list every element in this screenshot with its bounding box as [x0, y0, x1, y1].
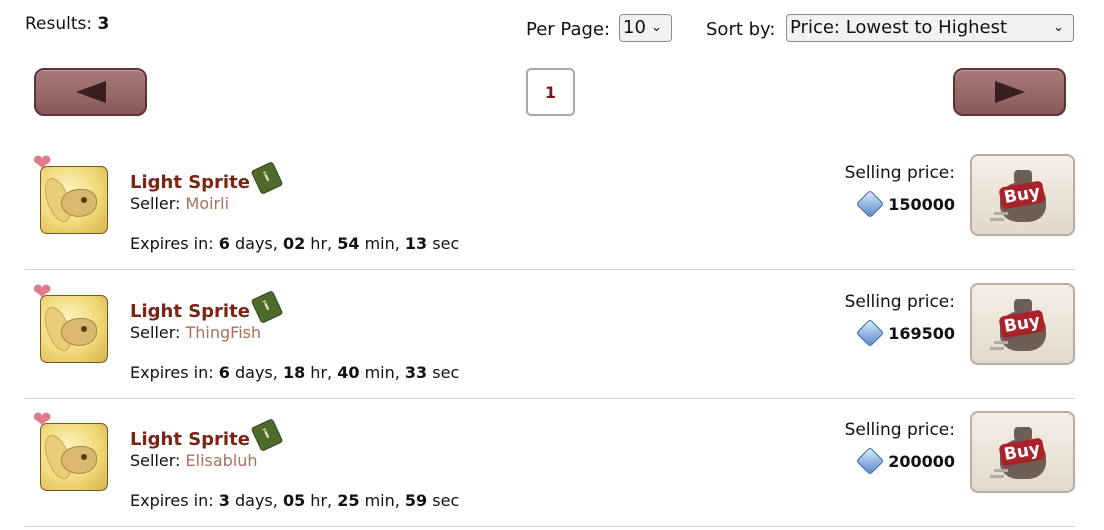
item-thumbnail[interactable]	[40, 295, 108, 363]
buy-button[interactable]: Buy	[970, 283, 1075, 365]
seller-name[interactable]: ThingFish	[186, 323, 262, 342]
seller-name[interactable]: Moirli	[186, 194, 230, 213]
buy-button[interactable]: Buy	[970, 411, 1075, 493]
page-number-button[interactable]: 1	[526, 68, 575, 116]
results-number: 3	[97, 14, 110, 34]
gem-icon	[856, 446, 885, 476]
chevron-down-icon: ⌄	[1053, 20, 1064, 35]
gem-icon	[856, 189, 885, 219]
chevron-down-icon: ⌄	[651, 20, 662, 35]
heart-icon[interactable]: ❤	[33, 282, 51, 304]
seller-line: Seller: ThingFish	[130, 323, 262, 342]
selling-price: 169500	[856, 318, 955, 348]
sort-value: Price: Lowest to Highest	[790, 17, 1008, 38]
item-name[interactable]: Light Sprite	[130, 172, 250, 193]
selling-price-label: Selling price:	[844, 163, 955, 183]
selling-price-label: Selling price:	[844, 420, 955, 440]
item-name[interactable]: Light Sprite	[130, 429, 250, 450]
listing-row: ❤ Light Sprite i Seller: Moirli Expires …	[25, 141, 1075, 270]
gem-icon	[856, 318, 885, 348]
item-name[interactable]: Light Sprite	[130, 301, 250, 322]
info-book-icon[interactable]: i	[250, 290, 284, 324]
seller-line: Seller: Elisabluh	[130, 451, 258, 470]
expires-line: Expires in: 6 days, 02 hr, 54 min, 13 se…	[130, 234, 460, 253]
item-thumbnail[interactable]	[40, 423, 108, 491]
info-book-icon[interactable]: i	[250, 161, 284, 195]
per-page-select[interactable]: 10 ⌄	[619, 14, 672, 42]
per-page-label: Per Page:	[526, 19, 611, 40]
per-page-value: 10	[623, 17, 646, 38]
selling-price: 150000	[856, 189, 955, 219]
seller-name[interactable]: Elisabluh	[186, 451, 258, 470]
previous-page-button[interactable]	[34, 68, 147, 116]
arrow-left-icon	[75, 81, 106, 103]
buy-button[interactable]: Buy	[970, 154, 1075, 236]
listing-row: ❤ Light Sprite i Seller: Elisabluh Expir…	[25, 398, 1075, 527]
sort-label: Sort by:	[706, 19, 776, 40]
heart-icon[interactable]: ❤	[33, 153, 51, 175]
selling-price: 200000	[856, 446, 955, 476]
heart-icon[interactable]: ❤	[33, 410, 51, 432]
sort-select[interactable]: Price: Lowest to Highest ⌄	[786, 14, 1074, 42]
listing-row: ❤ Light Sprite i Seller: ThingFish Expir…	[25, 270, 1075, 399]
expires-line: Expires in: 6 days, 18 hr, 40 min, 33 se…	[130, 363, 460, 382]
seller-line: Seller: Moirli	[130, 194, 230, 213]
results-label: Results:	[25, 14, 93, 34]
info-book-icon[interactable]: i	[250, 418, 284, 452]
item-thumbnail[interactable]	[40, 166, 108, 234]
results-count: Results: 3	[25, 14, 109, 34]
expires-line: Expires in: 3 days, 05 hr, 25 min, 59 se…	[130, 491, 460, 510]
arrow-right-icon	[994, 81, 1025, 103]
selling-price-label: Selling price:	[844, 292, 955, 312]
next-page-button[interactable]	[953, 68, 1066, 116]
